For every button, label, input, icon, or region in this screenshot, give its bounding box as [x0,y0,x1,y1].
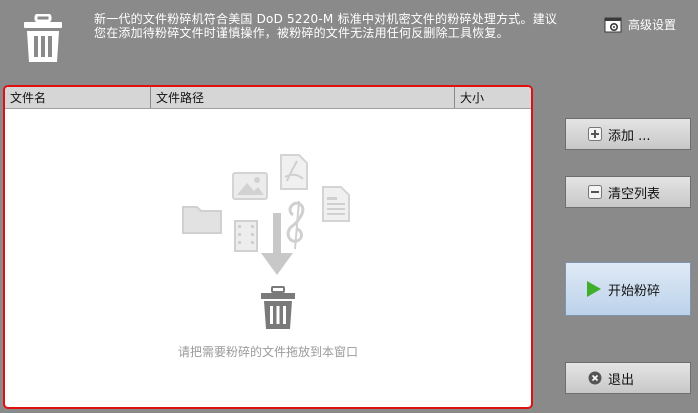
drop-hint-text: 请把需要粉碎的文件拖放到本窗口 [177,345,358,359]
music-file-icon [286,200,305,250]
start-shred-label: 开始粉碎 [608,283,661,299]
file-table-header: 文件名 文件路径 大小 [5,87,531,109]
column-header-file-name[interactable]: 文件名 [5,87,151,108]
document-file-icon [322,186,350,222]
add-files-button[interactable]: 添加 ... [565,118,691,150]
settings-window-icon [604,17,622,32]
video-file-icon [234,220,258,252]
file-drop-panel[interactable]: 文件名 文件路径 大小 请把需要粉碎的文件拖放到本窗口 [3,85,533,409]
clear-list-label: 清空列表 [608,186,661,202]
start-shred-button[interactable]: 开始粉碎 [565,262,691,316]
folder-icon [182,206,222,234]
close-circle-icon [588,371,602,385]
play-icon [587,281,601,297]
exit-label: 退出 [608,372,635,388]
exit-button[interactable]: 退出 [565,362,691,394]
plus-icon [588,127,602,141]
minus-icon [588,185,602,199]
advanced-settings-link[interactable]: 高级设置 [604,16,676,33]
column-header-file-path[interactable]: 文件路径 [151,87,455,108]
image-file-icon [232,172,268,200]
drop-files-illustration [182,154,350,329]
add-files-label: 添加 ... [608,128,651,144]
down-arrow-icon [261,213,293,275]
advanced-settings-label: 高级设置 [628,18,677,32]
clear-list-button[interactable]: 清空列表 [565,176,691,208]
trash-icon [24,14,62,62]
trash-bin-icon [261,286,295,329]
shredder-description: 新一代的文件粉碎机符合美国 DoD 5220-M 标准中对机密文件的粉碎处理方式… [94,12,558,40]
pdf-file-icon [280,154,308,190]
column-header-size[interactable]: 大小 [455,87,531,108]
